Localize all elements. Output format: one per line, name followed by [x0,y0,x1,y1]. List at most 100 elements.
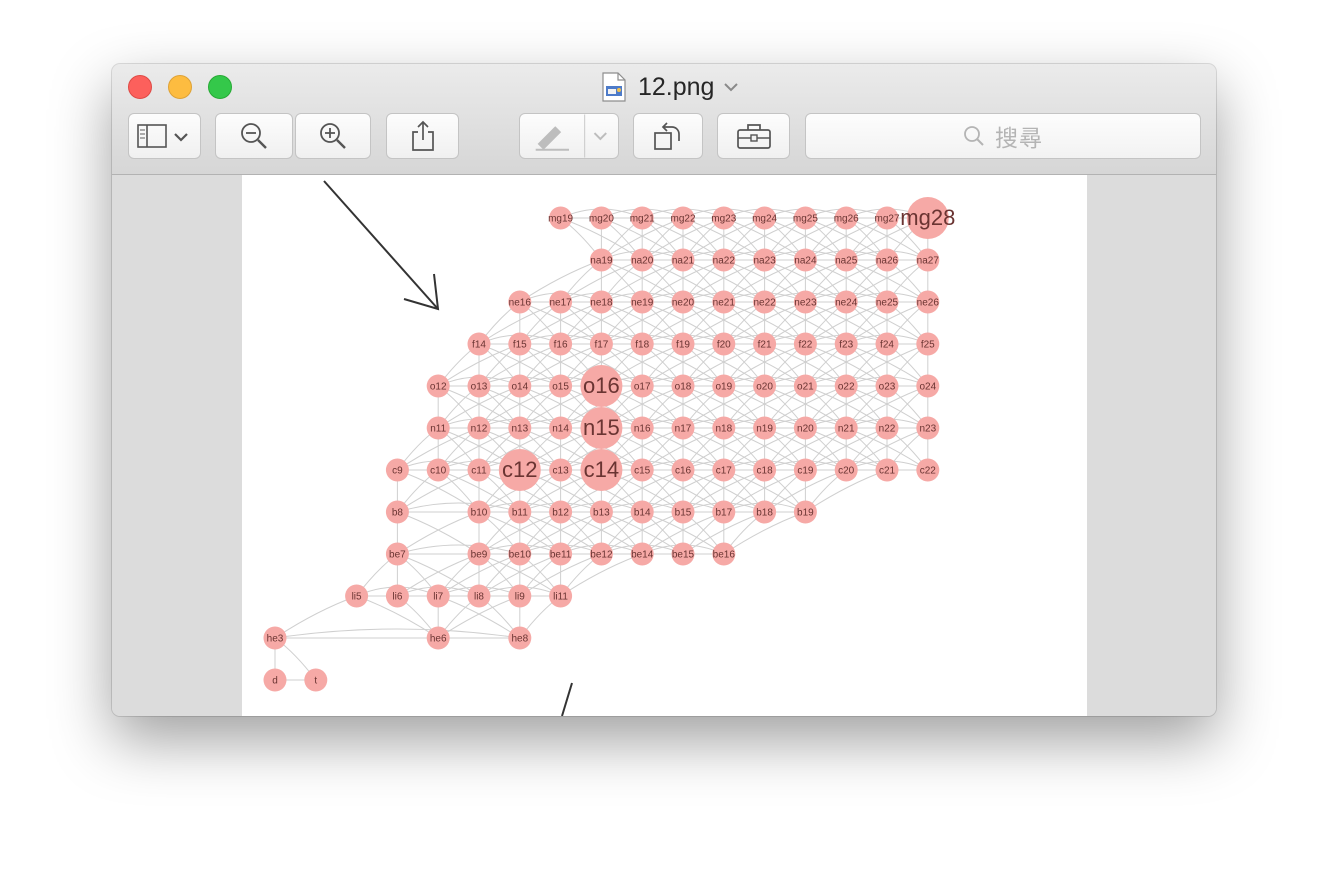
network-graph-image: mg19 mg20 mg21 mg22 mg23 mg24 mg25 mg26 mg27 mg28… [263,180,955,716]
node-label: b17 [715,508,732,519]
graph-node-n17: n17 [671,416,695,440]
node-label: b10 [471,508,488,519]
node-label: c15 [634,466,651,477]
node-label: mg24 [752,214,777,225]
graph-node-n22: n22 [875,416,899,440]
graph-node-ne22: ne22 [753,290,776,314]
graph-node-c19: c19 [793,458,817,482]
node-label: ne17 [549,298,572,309]
toolbox-button[interactable] [717,113,790,159]
node-label: ne19 [631,298,654,309]
node-label: na20 [631,256,654,267]
graph-node-o12: o12 [426,374,450,398]
graph-node-li9: li9 [508,584,532,608]
graph-node-b18: b18 [753,500,777,524]
node-label: be9 [471,550,488,561]
sidebar-icon [136,124,188,148]
graph-node-c21: c21 [875,458,899,482]
node-label: na21 [672,256,695,267]
graph-node-na20: na20 [630,248,654,272]
graph-node-be16: be16 [712,542,735,566]
node-label: o15 [552,382,569,393]
graph-node-f14: f14 [467,332,491,356]
node-label: t [314,676,317,687]
preview-window: 12.png 搜尋 mg19 mg20 mg21 mg22 mg23 mg24 … [112,64,1216,716]
sidebar-toggle-button[interactable] [128,113,201,159]
node-label: c10 [430,466,447,477]
close-button[interactable] [128,75,152,99]
graph-node-li8: li8 [467,584,491,608]
node-label: mg19 [548,214,573,225]
window-title: 12.png [638,72,715,101]
node-label: mg22 [670,214,695,225]
node-label: b12 [552,508,569,519]
graph-node-f21: f21 [753,332,777,356]
graph-node-f24: f24 [875,332,899,356]
share-button[interactable] [386,113,459,159]
chevron-down-icon[interactable] [722,81,740,93]
graph-node-o14: o14 [508,374,532,398]
node-label: b14 [634,508,651,519]
node-label: na22 [713,256,736,267]
node-label: be7 [389,550,406,561]
node-label: n14 [552,424,569,435]
node-label: c12 [502,457,537,482]
search-placeholder: 搜尋 [995,125,1043,151]
node-label: be14 [631,550,654,561]
minimize-button[interactable] [168,75,192,99]
rotate-button[interactable] [633,113,703,159]
search-field[interactable]: 搜尋 [805,113,1201,159]
node-label: li8 [474,592,484,603]
node-label: na19 [590,256,613,267]
graph-node-o17: o17 [630,374,654,398]
graph-node-c9: c9 [385,458,409,482]
node-label: mg28 [900,205,955,230]
node-label: li6 [392,592,402,603]
node-label: n17 [675,424,692,435]
node-label: o23 [879,382,896,393]
node-label: na26 [876,256,899,267]
node-label: li5 [352,592,362,603]
graph-node-mg19: mg19 [548,206,574,230]
image-page[interactable]: mg19 mg20 mg21 mg22 mg23 mg24 mg25 mg26 mg27 mg28… [242,175,1087,716]
window-title-group[interactable]: 12.png [602,71,740,103]
graph-node-b11: b11 [508,500,532,524]
graph-node-li6: li6 [385,584,409,608]
node-label: n20 [797,424,814,435]
markup-button[interactable] [519,113,619,159]
node-label: c13 [553,466,570,477]
document-viewer[interactable]: mg19 mg20 mg21 mg22 mg23 mg24 mg25 mg26 mg27 mg28… [112,175,1216,716]
zoom-button[interactable] [208,75,232,99]
arrow-line [323,180,439,310]
graph-node-ne21: ne21 [712,290,736,314]
node-label: ne16 [509,298,532,309]
graph-node-f17: f17 [589,332,613,356]
node-label: ne21 [713,298,736,309]
graph-node-n14: n14 [549,416,573,440]
graph-node-na19: na19 [589,248,613,272]
node-label: b19 [797,508,814,519]
node-label: n11 [430,424,446,435]
zoom-out-button[interactable] [215,113,293,159]
node-label: f15 [513,340,527,351]
node-label: n22 [879,424,896,435]
graph-node-f20: f20 [712,332,736,356]
graph-node-n19: n19 [753,416,777,440]
graph-edge [274,628,520,639]
node-label: be12 [590,550,613,561]
node-label: n18 [715,424,732,435]
graph-node-n13: n13 [508,416,532,440]
node-label: o14 [511,382,528,393]
node-label: na23 [753,256,776,267]
graph-node-o13: o13 [467,374,491,398]
node-label: o18 [675,382,692,393]
node-label: f16 [554,340,568,351]
zoom-in-button[interactable] [295,113,371,159]
graph-node-na21: na21 [671,248,695,272]
node-label: o16 [583,373,620,398]
node-label: o13 [471,382,488,393]
node-label: c17 [716,466,733,477]
node-label: n23 [919,424,936,435]
rotate-icon [654,122,680,150]
node-label: be15 [672,550,695,561]
